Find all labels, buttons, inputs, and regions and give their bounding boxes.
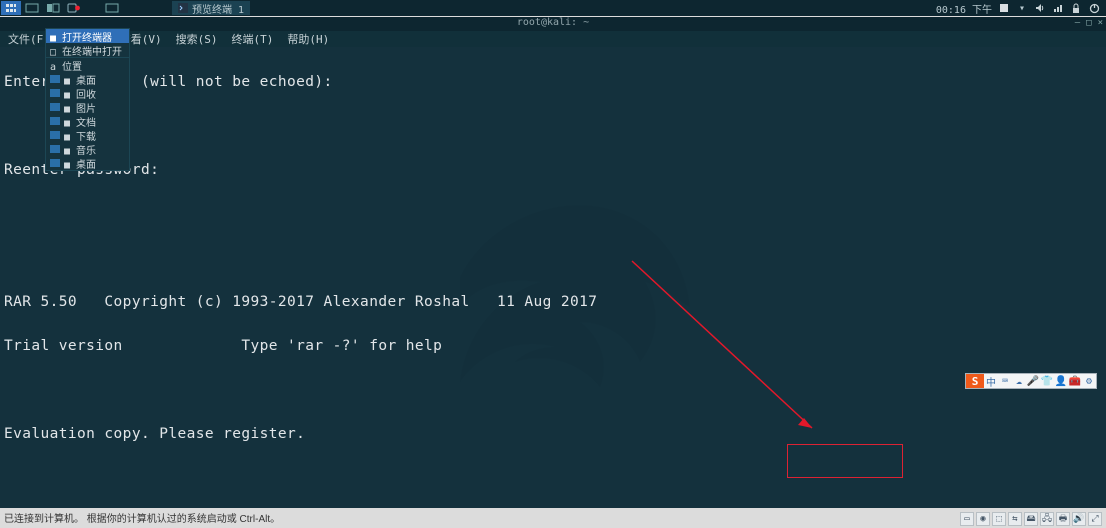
vm-tray-icon[interactable]: 🖴 <box>1024 512 1038 526</box>
term-line <box>4 467 1102 489</box>
terminal-menubar: 文件(F) 编辑(E) 查看(V) 搜索(S) 终端(T) 帮助(H) <box>0 31 1106 47</box>
vm-status-text: 已连接到计算机。 根据你的计算机认过的系统启动或 Ctrl-Alt。 <box>4 510 280 525</box>
ime-logo[interactable]: S <box>966 374 984 388</box>
ime-mic-icon[interactable]: 🎤 <box>1026 374 1040 388</box>
system-tray: 00:16 下午 ▾ <box>936 1 1106 16</box>
term-line: RAR 5.50 Copyright (c) 1993-2017 Alexand… <box>4 291 1102 313</box>
taskbar-task[interactable]: 预览终端 1 <box>172 1 250 15</box>
ime-keyboard-icon[interactable]: ⌨ <box>998 374 1012 388</box>
term-line <box>4 115 1102 137</box>
folder-icon <box>50 159 60 167</box>
task-label: 预览终端 1 <box>192 1 244 16</box>
square-tray-icon[interactable] <box>998 2 1010 14</box>
menu-file[interactable]: 文件(F) <box>8 31 50 47</box>
window-title: root@kali: ~ <box>517 17 589 28</box>
terminal-window: root@kali: ~ — □ × 文件(F) 编辑(E) 查看(V) 搜索(… <box>0 17 1106 508</box>
vm-tray-icon[interactable]: 🖶 <box>1056 512 1070 526</box>
dropdown-item[interactable]: ■ 回收 <box>46 86 129 100</box>
dropdown-item[interactable]: □ 在终端中打开 <box>46 43 129 57</box>
dropdown-item[interactable]: ■ 桌面 <box>46 156 129 170</box>
ime-user-icon[interactable]: 👤 <box>1054 374 1068 388</box>
term-line: Trial version Type 'rar -?' for help <box>4 335 1102 357</box>
apps-menu-icon[interactable] <box>1 1 21 15</box>
clock-text: 00:16 下午 <box>936 1 992 16</box>
folder-icon <box>50 117 60 125</box>
places-dropdown: ■ 打开终端器 □ 在终端中打开 a 位置 ■ 桌面 ■ 回收 ■ 图片 ■ 文… <box>45 28 130 171</box>
vm-tray: ▭ ◉ ⬚ ⇆ 🖴 🖧 🖶 🔊 ⤢ <box>960 512 1102 526</box>
window-titlebar[interactable]: root@kali: ~ — □ × <box>0 17 1106 31</box>
vm-tray-icon[interactable]: ▭ <box>960 512 974 526</box>
minimize-button[interactable]: — <box>1075 18 1080 28</box>
dropdown-item[interactable]: ■ 桌面 <box>46 72 129 86</box>
term-line <box>4 247 1102 269</box>
system-taskbar: 预览终端 1 00:16 下午 ▾ <box>0 0 1106 16</box>
workspace1-icon[interactable] <box>22 1 42 15</box>
vm-tray-icon[interactable]: ◉ <box>976 512 990 526</box>
menu-help[interactable]: 帮助(H) <box>287 31 329 47</box>
workspace3-icon[interactable] <box>102 1 122 15</box>
ime-cloud-icon[interactable]: ☁ <box>1012 374 1026 388</box>
term-line <box>4 379 1102 401</box>
record-icon[interactable] <box>64 1 84 15</box>
maximize-button[interactable]: □ <box>1086 18 1091 28</box>
ime-lang-icon[interactable]: 中 <box>984 374 998 388</box>
folder-icon <box>50 145 60 153</box>
lock-icon[interactable] <box>1070 2 1082 14</box>
term-line: Reenter password: <box>4 159 1102 181</box>
folder-icon <box>50 131 60 139</box>
vm-tray-icon[interactable]: 🖧 <box>1040 512 1054 526</box>
ime-toolbox-icon[interactable]: 🧰 <box>1068 374 1082 388</box>
folder-icon <box>50 89 60 97</box>
volume-icon[interactable] <box>1034 2 1046 14</box>
dropdown-item[interactable]: ■ 文档 <box>46 114 129 128</box>
menu-term[interactable]: 终端(T) <box>232 31 274 47</box>
terminal-icon <box>178 3 188 13</box>
term-line: Enter password (will not be echoed): <box>4 71 1102 93</box>
term-line <box>4 203 1102 225</box>
vm-tray-icon[interactable]: ⤢ <box>1088 512 1102 526</box>
ime-skin-icon[interactable]: 👕 <box>1040 374 1054 388</box>
folder-icon <box>50 75 60 83</box>
close-button[interactable]: × <box>1098 18 1103 28</box>
dropdown-item[interactable]: ■ 打开终端器 <box>46 29 129 43</box>
folder-icon <box>50 103 60 111</box>
terminal-body[interactable]: Enter password (will not be echoed): Ree… <box>0 47 1106 508</box>
ime-settings-icon[interactable]: ⚙ <box>1082 374 1096 388</box>
caret-down-icon[interactable]: ▾ <box>1016 2 1028 14</box>
power-icon[interactable] <box>1088 2 1100 14</box>
menu-search[interactable]: 搜索(S) <box>176 31 218 47</box>
ime-toolbar[interactable]: S 中 ⌨ ☁ 🎤 👕 👤 🧰 ⚙ <box>965 373 1097 389</box>
vm-tray-icon[interactable]: ⬚ <box>992 512 1006 526</box>
workspace2-icon[interactable] <box>43 1 63 15</box>
dropdown-item[interactable]: a 位置 <box>46 58 129 72</box>
term-line: Evaluation copy. Please register. <box>4 423 1102 445</box>
network-icon[interactable] <box>1052 2 1064 14</box>
dropdown-item[interactable]: ■ 图片 <box>46 100 129 114</box>
vm-tray-icon[interactable]: ⇆ <box>1008 512 1022 526</box>
vm-tray-icon[interactable]: 🔊 <box>1072 512 1086 526</box>
dropdown-item[interactable]: ■ 音乐 <box>46 142 129 156</box>
dropdown-item[interactable]: ■ 下载 <box>46 128 129 142</box>
